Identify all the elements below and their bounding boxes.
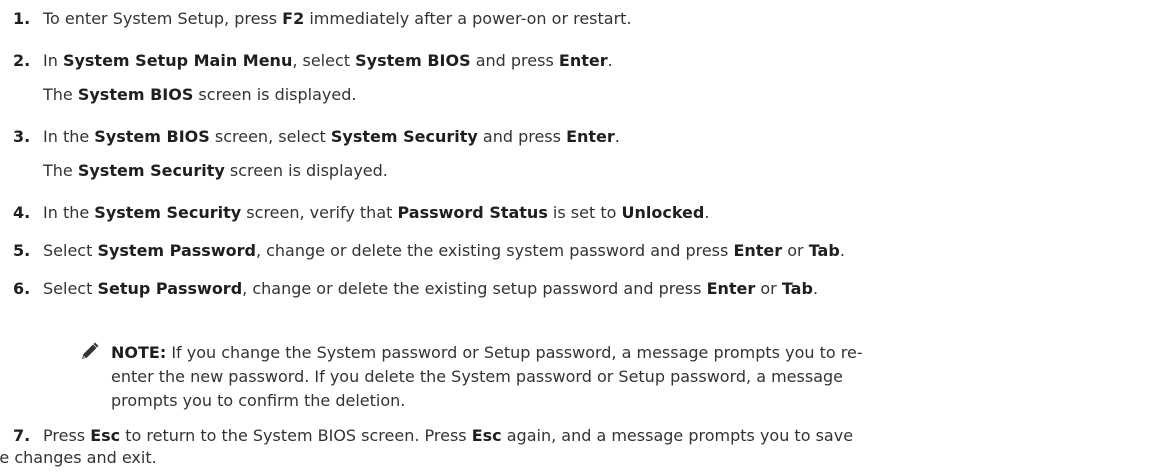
text-run: or	[755, 279, 782, 298]
step-text: In the System Security screen, verify th…	[43, 202, 709, 224]
step-text: Select Setup Password, change or delete …	[43, 278, 818, 300]
step-text-wrap: the changes and exit.	[0, 448, 157, 467]
key-name: Enter	[706, 279, 756, 298]
text-run: To enter System Setup, press	[43, 9, 283, 28]
text-run: .	[839, 241, 845, 260]
text-run: Select	[43, 279, 98, 298]
step-number: 3.	[13, 127, 31, 146]
text-run: screen is displayed.	[224, 161, 388, 180]
setting-name: Password Status	[397, 203, 548, 222]
step-text: To enter System Setup, press F2 immediat…	[43, 8, 632, 30]
step-number: 7.	[13, 426, 31, 445]
step-text: Press Esc to return to the System BIOS s…	[43, 425, 1133, 447]
menu-name: System BIOS	[355, 51, 471, 70]
note-line: NOTE: If you change the System password …	[111, 341, 1098, 365]
key-name: Tab	[808, 241, 840, 260]
text-run: .	[614, 127, 620, 146]
text-run: to return to the System BIOS screen. Pre…	[120, 426, 472, 445]
key-name: F2	[282, 9, 305, 28]
text-run: , change or delete the existing setup pa…	[242, 279, 707, 298]
text-run: The	[43, 161, 78, 180]
text-run: and press	[470, 51, 559, 70]
screen-name: System Security	[77, 161, 225, 180]
key-name: Enter	[558, 51, 608, 70]
step-number: 1.	[13, 9, 31, 28]
step-3-result: The System Security screen is displayed.	[43, 160, 388, 182]
text-run: immediately after a power-on or restart.	[304, 9, 632, 28]
step-number: 2.	[13, 51, 31, 70]
step-number: 4.	[13, 203, 31, 222]
note-text: If you change the System password or Set…	[171, 343, 863, 362]
key-name: Enter	[733, 241, 783, 260]
key-name: Enter	[566, 127, 615, 146]
document-page: 1. To enter System Setup, press F2 immed…	[0, 0, 1150, 472]
menu-name: System Security	[330, 127, 478, 146]
screen-name: System BIOS	[94, 127, 210, 146]
text-run: In	[43, 51, 63, 70]
step-text: Select System Password, change or delete…	[43, 240, 845, 262]
text-run: is set to	[547, 203, 622, 222]
screen-name: System Security	[94, 203, 242, 222]
note-label: NOTE:	[111, 343, 167, 362]
step-7: 7. Press Esc to return to the System BIO…	[0, 425, 1133, 469]
setting-name: System Password	[97, 241, 256, 260]
text-run: screen is displayed.	[193, 85, 357, 104]
text-run: or	[782, 241, 809, 260]
text-run: In the	[43, 203, 95, 222]
text-run: Press	[43, 426, 91, 445]
key-name: Esc	[471, 426, 502, 445]
text-run: again, and a message prompts you to save	[501, 426, 854, 445]
text-run: .	[704, 203, 710, 222]
note-line: enter the new password. If you delete th…	[111, 367, 843, 386]
text-run: In the	[43, 127, 95, 146]
step-number: 5.	[13, 241, 31, 260]
step-text: In System Setup Main Menu, select System…	[43, 50, 613, 72]
key-name: Tab	[781, 279, 813, 298]
step-2-result: The System BIOS screen is displayed.	[43, 84, 356, 106]
key-name: Esc	[90, 426, 121, 445]
text-run: , change or delete the existing system p…	[255, 241, 734, 260]
setting-value: Unlocked	[621, 203, 705, 222]
text-run: The	[43, 85, 78, 104]
text-run: screen, verify that	[241, 203, 398, 222]
note-line: prompts you to confirm the deletion.	[111, 391, 406, 410]
note-box: NOTE: If you change the System password …	[78, 341, 1098, 413]
setting-name: Setup Password	[97, 279, 243, 298]
text-run: , select	[292, 51, 356, 70]
text-run: screen, select	[209, 127, 331, 146]
text-run: and press	[477, 127, 567, 146]
text-run: .	[607, 51, 613, 70]
step-number: 6.	[13, 279, 31, 298]
screen-name: System BIOS	[77, 85, 194, 104]
step-text: In the System BIOS screen, select System…	[43, 126, 620, 148]
menu-name: System Setup Main Menu	[62, 51, 293, 70]
text-run: .	[812, 279, 819, 298]
text-run: Select	[43, 241, 98, 260]
